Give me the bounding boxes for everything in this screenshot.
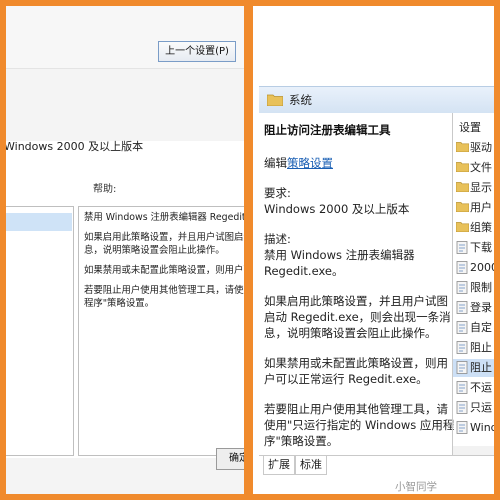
requirements-value: Windows 2000 及以上版本 <box>264 202 410 216</box>
left-bottom-bar <box>6 458 244 494</box>
paragraph-enable: 如果启用此策略设置，并且用户试图 <box>264 294 448 308</box>
settings-list-item[interactable]: 限制 <box>453 279 494 297</box>
left-requirement-text: Windows 2000 及以上版本 <box>6 140 144 153</box>
settings-item-label: 不运 <box>470 381 492 394</box>
settings-list-item[interactable]: 2000 <box>453 259 494 277</box>
right-blank-area <box>253 6 494 84</box>
settings-list-item[interactable]: 阻止 <box>453 339 494 357</box>
paragraph-enable: 息，说明策略设置会阻止此操作。 <box>264 326 437 340</box>
paragraph-disable: 如果禁用或未配置此策略设置，则用 <box>264 356 448 370</box>
description-line: Regedit.exe。 <box>264 264 344 278</box>
edit-policy-link[interactable]: 策略设置 <box>287 156 333 170</box>
settings-list-item[interactable]: 登录 <box>453 299 494 317</box>
settings-item-label: 阻止 <box>470 341 492 354</box>
settings-list-item[interactable]: 显示 <box>453 179 494 197</box>
folder-icon <box>267 94 283 106</box>
folder-icon <box>456 202 469 212</box>
settings-list: 设置 驱动文件显示用户组策下载2000限制登录自定阻止阻止不运只运Wind <box>453 113 494 455</box>
policy-icon <box>456 281 468 294</box>
ok-button[interactable]: 确定 <box>216 448 244 470</box>
category-header: 系统 <box>259 86 494 114</box>
folder-icon <box>456 162 469 172</box>
help-text-box[interactable]: 禁用 Windows 注册表编辑器 Regedit.exe 如果启用此策略设置，… <box>78 206 244 456</box>
settings-item-label: 用户 <box>470 201 492 214</box>
category-title: 系统 <box>289 93 312 107</box>
policy-icon <box>456 381 468 394</box>
settings-item-label: 只运 <box>470 401 492 414</box>
right-screenshot-panel: 系统 阻止访问注册表编辑工具 编辑策略设置 要求: Windows 2000 及… <box>253 6 494 494</box>
policy-description-pane: 阻止访问注册表编辑工具 编辑策略设置 要求: Windows 2000 及以上版… <box>259 113 454 455</box>
edit-policy-line: 编辑策略设置 <box>264 155 333 171</box>
settings-item-label: 组策 <box>470 221 492 234</box>
settings-item-label: 阻止 <box>470 361 492 374</box>
settings-column-header[interactable]: 设置 <box>459 119 481 135</box>
policy-icon <box>456 361 468 374</box>
policy-icon <box>456 241 468 254</box>
left-screenshot-panel: 上一个设置(P) Windows 2000 及以上版本 帮助: 禁用 Windo… <box>6 6 244 494</box>
tab-standard[interactable]: 标准 <box>295 456 327 475</box>
settings-item-label: 登录 <box>470 301 492 314</box>
view-tabs: 扩展 标准 <box>259 455 494 478</box>
folder-icon <box>456 182 469 192</box>
help-line: 若要阻止用户使用其他管理工具，请使用 <box>84 285 244 296</box>
paragraph-disable: 户可以正常运行 Regedit.exe。 <box>264 372 428 386</box>
description-line: 禁用 Windows 注册表编辑器 <box>264 248 415 262</box>
help-line: 禁用 Windows 注册表编辑器 Regedit.exe <box>84 212 244 223</box>
paragraph-alternative: 使用"只运行指定的 Windows 应用程 <box>264 418 455 432</box>
folder-icon <box>456 222 469 232</box>
help-line: 息，说明策略设置会阻止此操作。 <box>84 245 225 256</box>
policy-icon <box>456 301 468 314</box>
paragraph-alternative: 序"策略设置。 <box>264 434 339 448</box>
settings-item-label: 下载 <box>470 241 492 254</box>
settings-item-label: 限制 <box>470 281 492 294</box>
settings-item-label: 自定 <box>470 321 492 334</box>
settings-item-label: 显示 <box>470 181 492 194</box>
paragraph-enable: 启动 Regedit.exe，则会出现一条消 <box>264 310 451 324</box>
help-label: 帮助: <box>93 184 117 195</box>
settings-list-item[interactable]: 驱动 <box>453 139 494 157</box>
help-line: 如果启用此策略设置，并且用户试图启动 <box>84 232 244 243</box>
options-box[interactable] <box>6 206 74 456</box>
settings-item-label: 文件 <box>470 161 492 174</box>
help-line: 程序"策略设置。 <box>84 298 154 309</box>
policy-icon <box>456 321 468 334</box>
previous-setting-button[interactable]: 上一个设置(P) <box>158 41 236 62</box>
policy-icon <box>456 261 468 274</box>
settings-list-item[interactable]: 文件 <box>453 159 494 177</box>
left-status-area <box>6 69 244 141</box>
help-line: 如果禁用或未配置此策略设置，则用户可 <box>84 265 244 276</box>
settings-list-item[interactable]: 阻止 <box>453 359 494 377</box>
policy-content-area: 阻止访问注册表编辑工具 编辑策略设置 要求: Windows 2000 及以上版… <box>259 113 494 455</box>
settings-list-item[interactable]: Wind <box>453 419 494 437</box>
description-label: 描述: <box>264 232 291 246</box>
settings-list-item[interactable]: 用户 <box>453 199 494 217</box>
settings-list-item[interactable]: 自定 <box>453 319 494 337</box>
folder-icon <box>456 142 469 152</box>
edit-prefix: 编辑 <box>264 156 287 170</box>
footer: 小智同学 <box>253 477 494 494</box>
settings-list-item[interactable]: 下载 <box>453 239 494 257</box>
requirements-label: 要求: <box>264 186 291 200</box>
watermark-text: 小智同学 <box>395 481 437 493</box>
settings-list-item[interactable]: 组策 <box>453 219 494 237</box>
settings-item-label: Wind <box>470 421 494 434</box>
policy-icon <box>456 401 468 414</box>
settings-list-item[interactable]: 不运 <box>453 379 494 397</box>
options-selected-row <box>6 213 72 231</box>
tab-extended[interactable]: 扩展 <box>263 456 295 475</box>
policy-title: 阻止访问注册表编辑工具 <box>264 123 391 137</box>
settings-item-label: 2000 <box>470 261 494 274</box>
paragraph-alternative: 若要阻止用户使用其他管理工具，请 <box>264 402 448 416</box>
policy-icon <box>456 341 468 354</box>
settings-list-item[interactable]: 只运 <box>453 399 494 417</box>
settings-item-label: 驱动 <box>470 141 492 154</box>
policy-icon <box>456 421 468 434</box>
left-toolbar-area: 上一个设置(P) <box>6 6 244 69</box>
